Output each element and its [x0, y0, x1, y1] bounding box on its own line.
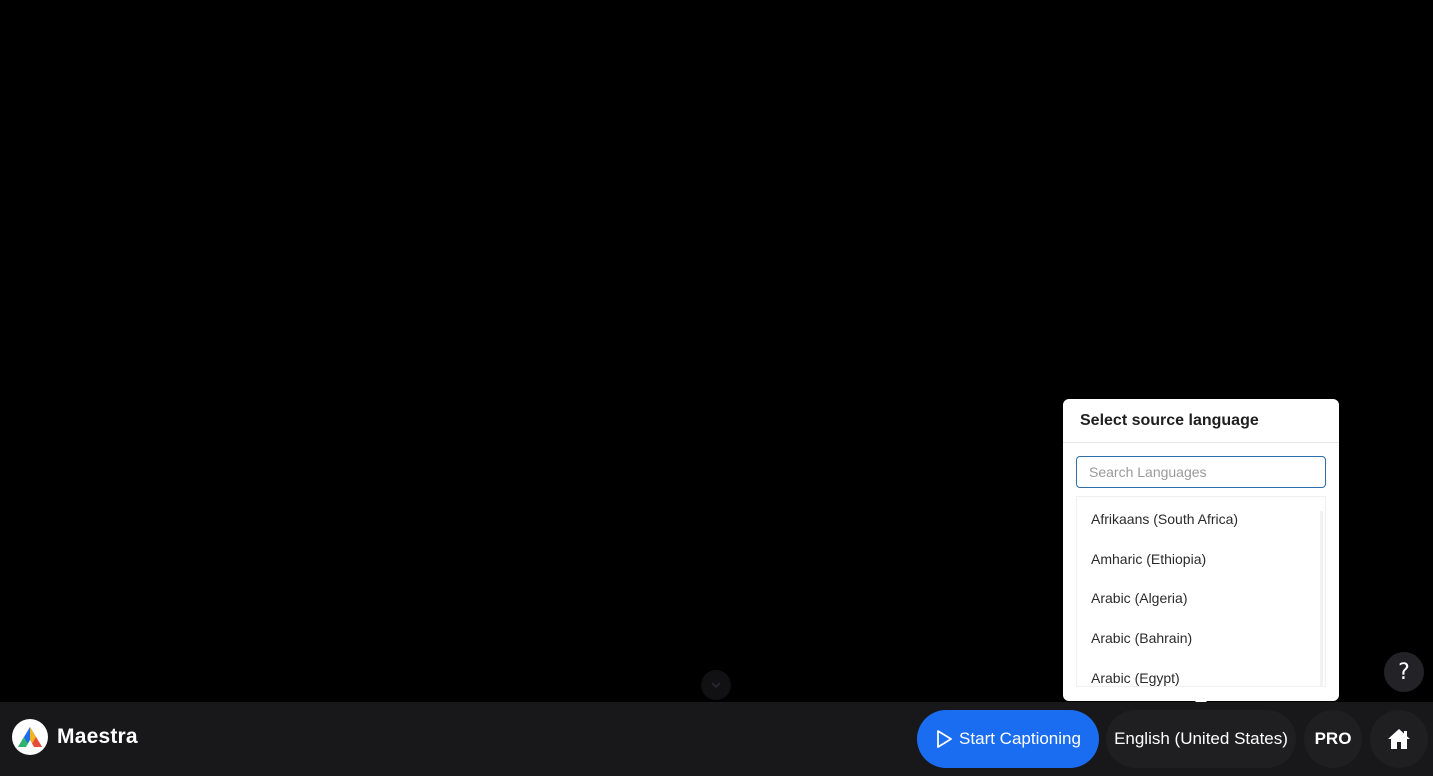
language-list-scrollbar[interactable]: [1320, 511, 1323, 686]
help-button[interactable]: ?: [1384, 652, 1424, 692]
language-popover: Select source language Afrikaans (South …: [1063, 399, 1339, 701]
chevron-down-icon: [711, 682, 721, 689]
list-item[interactable]: Amharic (Ethiopia): [1077, 539, 1325, 579]
pro-label: PRO: [1314, 729, 1352, 748]
bottom-toolbar: Maestra Start Captioning English (United…: [0, 702, 1433, 776]
popover-title: Select source language: [1063, 399, 1339, 443]
play-icon: [937, 730, 952, 748]
source-language-label: English (United States): [1114, 729, 1288, 748]
language-list[interactable]: Afrikaans (South Africa) Amharic (Ethiop…: [1076, 496, 1326, 687]
home-icon: [1388, 729, 1410, 749]
collapse-toggle[interactable]: [701, 670, 731, 700]
start-captioning-label: Start Captioning: [959, 729, 1081, 748]
maestra-logo-icon: [12, 719, 48, 755]
start-captioning-button[interactable]: Start Captioning: [917, 710, 1099, 768]
source-language-button[interactable]: English (United States): [1106, 710, 1296, 768]
list-item[interactable]: Afrikaans (South Africa): [1077, 499, 1325, 539]
language-search-input[interactable]: [1076, 456, 1326, 488]
pro-button[interactable]: PRO: [1304, 710, 1362, 768]
list-item[interactable]: Arabic (Egypt): [1077, 658, 1325, 686]
list-item[interactable]: Arabic (Bahrain): [1077, 618, 1325, 658]
home-button[interactable]: [1370, 710, 1428, 768]
list-item[interactable]: Arabic (Algeria): [1077, 578, 1325, 618]
brand[interactable]: Maestra: [12, 719, 138, 755]
brand-name: Maestra: [57, 725, 138, 748]
